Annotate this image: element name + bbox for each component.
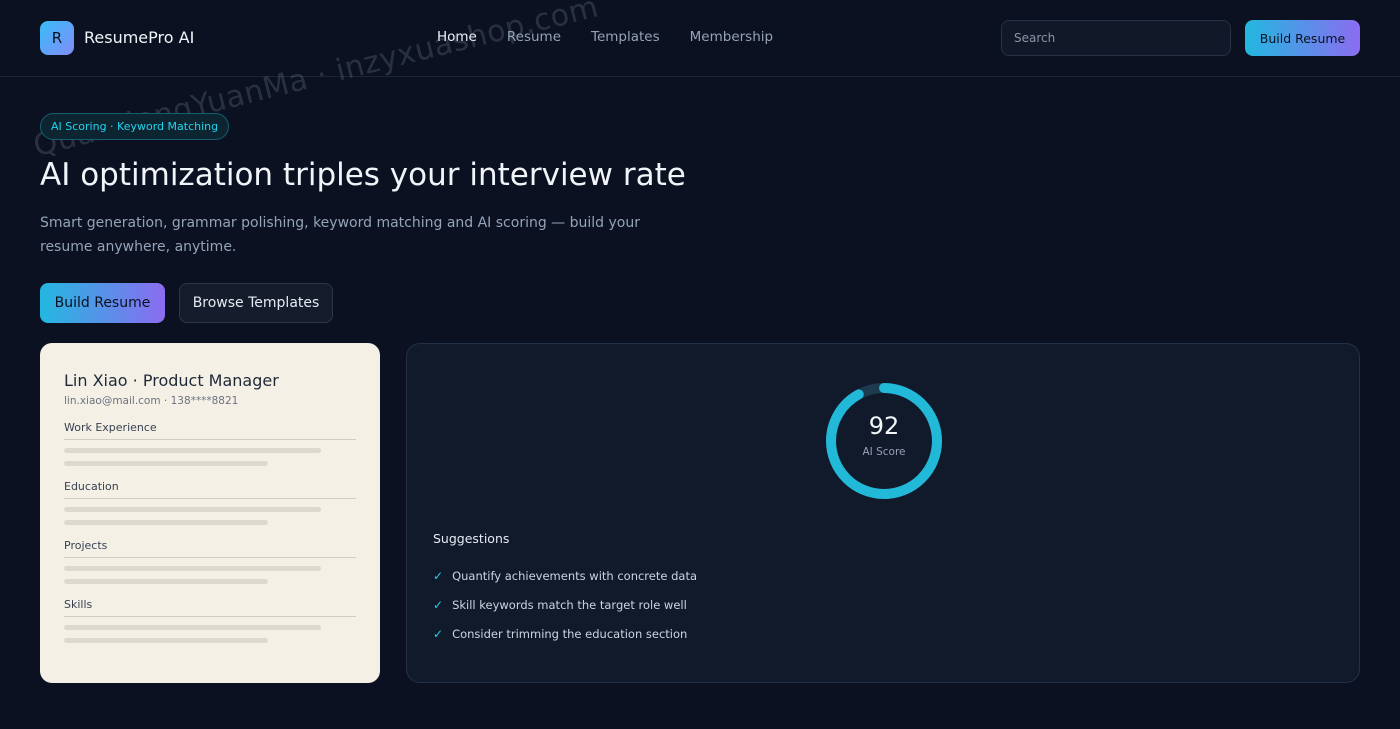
placeholder-line: [64, 448, 321, 453]
suggestion-item: ✓ Quantify achievements with concrete da…: [433, 561, 697, 590]
nav-home[interactable]: Home: [437, 29, 477, 45]
resume-section-title: Work Experience: [64, 421, 356, 440]
placeholder-line: [64, 461, 268, 466]
hero-build-resume-button[interactable]: Build Resume: [40, 283, 165, 323]
search-input[interactable]: [1001, 20, 1231, 56]
suggestions-list: ✓ Quantify achievements with concrete da…: [433, 561, 697, 648]
score-label: AI Score: [862, 446, 906, 458]
resume-section-title: Skills: [64, 598, 356, 617]
hero-subtitle: Smart generation, grammar polishing, key…: [40, 215, 640, 255]
main-nav: Home Resume Templates Membership: [437, 29, 773, 45]
resume-section-title: Projects: [64, 539, 356, 558]
nav-membership[interactable]: Membership: [690, 29, 773, 45]
top-header: R ResumePro AI Home Resume Templates Mem…: [0, 0, 1400, 77]
resume-section: Skills: [64, 598, 356, 643]
placeholder-line: [64, 638, 268, 643]
resume-section: Work Experience: [64, 421, 356, 466]
gauge-progress: [826, 383, 942, 499]
check-icon: ✓: [433, 626, 444, 641]
resume-contact: lin.xiao@mail.com · 138****8821: [64, 395, 239, 407]
nav-templates[interactable]: Templates: [591, 29, 660, 45]
placeholder-line: [64, 520, 268, 525]
nav-resume[interactable]: Resume: [507, 29, 561, 45]
suggestion-text: Consider trimming the education section: [452, 626, 688, 641]
suggestion-item: ✓ Consider trimming the education sectio…: [433, 619, 697, 648]
header-build-resume-button[interactable]: Build Resume: [1245, 20, 1360, 56]
suggestion-text: Skill keywords match the target role wel…: [452, 597, 687, 612]
resume-section: Projects: [64, 539, 356, 584]
suggestion-item: ✓ Skill keywords match the target role w…: [433, 590, 697, 619]
check-icon: ✓: [433, 568, 444, 583]
suggestions-title: Suggestions: [433, 531, 510, 546]
score-gauge: [826, 383, 942, 499]
ai-score-panel: 92 AI Score Suggestions ✓ Quantify achie…: [406, 343, 1360, 683]
score-value: 92: [868, 412, 900, 440]
suggestion-text: Quantify achievements with concrete data: [452, 568, 697, 583]
browse-templates-button[interactable]: Browse Templates: [179, 283, 333, 323]
resume-name: Lin Xiao · Product Manager: [64, 371, 279, 390]
resume-section: Education: [64, 480, 356, 525]
hero-title: AI optimization triples your interview r…: [40, 157, 686, 193]
logo-badge[interactable]: R: [40, 21, 74, 55]
placeholder-line: [64, 579, 268, 584]
placeholder-line: [64, 625, 321, 630]
brand-name[interactable]: ResumePro AI: [84, 28, 194, 47]
resume-preview-card[interactable]: Lin Xiao · Product Manager lin.xiao@mail…: [40, 343, 380, 683]
placeholder-line: [64, 566, 321, 571]
logo-initial: R: [51, 29, 63, 47]
resume-section-title: Education: [64, 480, 356, 499]
feature-tag: AI Scoring · Keyword Matching: [40, 113, 230, 140]
check-icon: ✓: [433, 597, 444, 612]
placeholder-line: [64, 507, 321, 512]
